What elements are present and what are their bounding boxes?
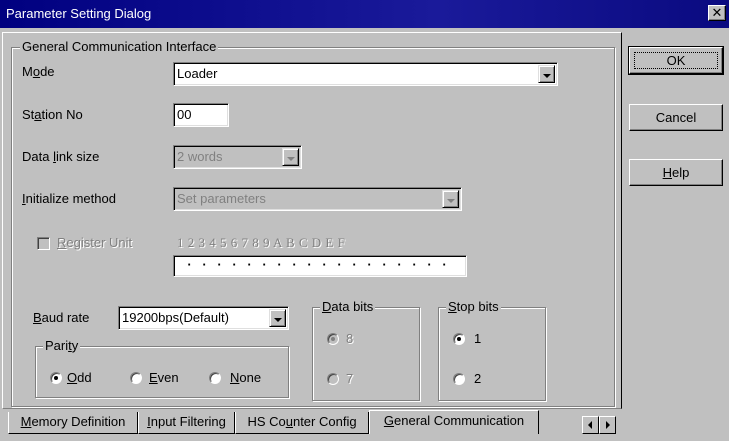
register-unit-slot-dot: · (262, 257, 267, 272)
initialize-method-dropdown-button[interactable] (442, 190, 459, 208)
mode-dropdown[interactable]: Loader (173, 62, 558, 86)
close-button[interactable]: ✕ (708, 5, 726, 21)
baud-rate-value: 19200bps(Default) (122, 310, 229, 325)
mode-label: Mode (22, 64, 55, 79)
register-unit-dots: · · · · · · · · · · · · · · · · · · (182, 256, 458, 274)
chevron-down-icon (447, 199, 455, 203)
register-unit-slot-dot: · (322, 257, 327, 272)
register-unit-digit-labels: 1 2 3 4 5 6 7 8 9 A B C D E F (177, 235, 346, 250)
register-unit-slot-dot: · (442, 257, 447, 272)
help-button[interactable]: Help (629, 159, 723, 186)
data-bits-group-label: Data bits (320, 299, 376, 314)
station-no-label: Station No (22, 107, 83, 122)
parity-even-label: Even (149, 370, 179, 385)
register-unit-slot-dot: · (337, 257, 342, 272)
tab-scroll-left-button[interactable] (582, 416, 599, 434)
ok-button[interactable]: OK (628, 46, 724, 75)
chevron-down-icon (274, 318, 282, 322)
arrow-left-icon (588, 421, 592, 429)
title-bar: Parameter Setting Dialog ✕ (0, 0, 729, 28)
register-unit-slot-dot: · (397, 257, 402, 272)
register-unit-slot-dot: · (352, 257, 357, 272)
parity-none-radio[interactable] (209, 372, 221, 384)
register-unit-label: Register Unit (57, 235, 133, 250)
mode-value: Loader (177, 66, 218, 81)
tab-scroll-right-button[interactable] (599, 416, 616, 434)
mode-dropdown-button[interactable] (538, 65, 555, 83)
tab-general-communication[interactable]: General Communication (369, 410, 539, 434)
register-unit-slot-dot: · (217, 257, 222, 272)
register-unit-slot-dot: · (202, 257, 207, 272)
cancel-button[interactable]: Cancel (629, 104, 723, 131)
window-title: Parameter Setting Dialog (6, 6, 152, 21)
register-unit-slot-dot: · (187, 257, 192, 272)
register-unit-slot-dot: · (247, 257, 252, 272)
data-bits-7-label: 7 (346, 371, 354, 386)
arrow-right-icon (606, 421, 610, 429)
parity-none-label: None (230, 370, 262, 385)
parity-group-label: Parity (43, 338, 81, 353)
stop-bits-2-radio[interactable] (453, 373, 465, 385)
baud-rate-dropdown[interactable]: 19200bps(Default) (118, 306, 289, 330)
baud-rate-label: Baud rate (33, 310, 90, 325)
initialize-method-label: Initialize method (22, 191, 116, 206)
register-unit-slot-dot: · (277, 257, 282, 272)
register-unit-slot-dot: · (232, 257, 237, 272)
baud-rate-dropdown-button[interactable] (269, 309, 286, 327)
data-bits-7-radio[interactable] (327, 373, 339, 385)
stop-bits-group-label: Stop bits (446, 299, 501, 314)
stop-bits-2-label: 2 (474, 371, 482, 386)
register-unit-slot-dot: · (292, 257, 297, 272)
data-link-size-label: Data link size (22, 149, 100, 164)
parity-odd-label: Odd (67, 370, 92, 385)
data-bits-8-label: 8 (346, 331, 354, 346)
tab-input-filtering[interactable]: Input Filtering (138, 412, 235, 434)
stop-bits-group (438, 307, 546, 401)
data-bits-group (312, 307, 420, 401)
stop-bits-1-label: 1 (474, 331, 482, 346)
data-link-size-dropdown-button[interactable] (282, 148, 299, 166)
general-communication-group-label: General Communication Interface (20, 39, 219, 54)
initialize-method-dropdown[interactable]: Set parameters (173, 187, 462, 211)
data-link-size-value: 2 words (177, 149, 223, 164)
chevron-down-icon (287, 157, 295, 161)
register-unit-slot-dot: · (412, 257, 417, 272)
initialize-method-value: Set parameters (177, 191, 266, 206)
stop-bits-1-radio[interactable] (453, 333, 465, 345)
parity-odd-radio[interactable] (50, 372, 62, 384)
tab-hs-counter-config[interactable]: HS Counter Config (235, 412, 369, 434)
tab-memory-definition[interactable]: Memory Definition (8, 412, 138, 434)
register-unit-slot-dot: · (307, 257, 312, 272)
register-unit-checkbox[interactable] (37, 237, 50, 250)
station-no-input[interactable]: 00 (173, 103, 229, 127)
data-link-size-dropdown[interactable]: 2 words (173, 145, 302, 169)
chevron-down-icon (543, 74, 551, 78)
parity-even-radio[interactable] (130, 372, 142, 384)
close-icon: ✕ (711, 5, 723, 20)
register-unit-slots[interactable]: · · · · · · · · · · · · · · · · · · (173, 255, 467, 277)
register-unit-slot-dot: · (382, 257, 387, 272)
register-unit-slot-dot: · (367, 257, 372, 272)
register-unit-slot-dot: · (427, 257, 432, 272)
data-bits-8-radio[interactable] (327, 333, 339, 345)
